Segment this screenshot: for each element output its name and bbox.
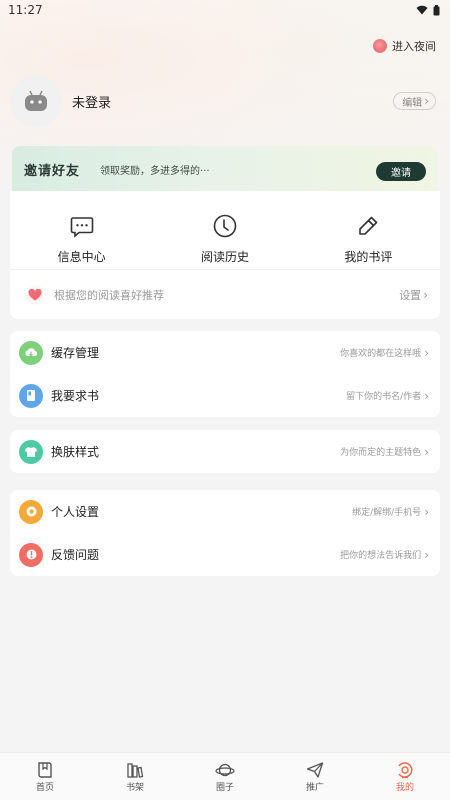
list-hint: 把你的想法告诉我们 › [340,548,429,562]
list-label: 换肤样式 [51,445,100,459]
chevron-right-icon: › [424,345,429,360]
shirt-icon [19,439,43,464]
quick-label: 阅读历史 [200,250,249,264]
recommend-action: 设置 [399,288,422,302]
list-label: 缓存管理 [51,346,100,360]
list-label: 反馈问题 [51,548,100,562]
night-mode-icon [373,39,387,53]
tab-promote[interactable]: 推广 [270,753,360,800]
settings-group-2: 换肤样式 为你而定的主题特色 › [10,430,440,473]
settings-group-1: 缓存管理 你喜欢的都在这样哦 › 我要求书 留下你的书名/作者 › [10,331,440,417]
robot-avatar-icon [25,90,47,111]
feedback-icon [19,542,43,567]
tab-label: 书架 [125,782,144,793]
edit-profile-button[interactable]: 编辑 › [393,92,436,110]
list-hint: 你喜欢的都在这样哦 › [340,346,429,360]
chevron-right-icon: › [424,94,429,108]
night-mode-toggle[interactable]: 进入夜间 [373,38,436,54]
list-item-feedback[interactable]: 反馈问题 把你的想法告诉我们 › [10,533,440,576]
profile-section: 未登录 编辑 › [10,74,436,128]
tab-label: 推广 [305,782,324,793]
book-icon [19,383,43,408]
pen-icon [359,216,378,235]
status-time: 11:27 [8,3,43,17]
bookshelf-icon [127,762,144,778]
chevron-right-icon: › [424,504,429,519]
hint-text: 留下你的书名/作者 [346,392,422,402]
list-item-book-request[interactable]: 我要求书 留下你的书名/作者 › [10,374,440,417]
banner-subtitle: 领取奖励，多进多得的··· [100,165,210,177]
bottom-tab-bar: 首页 书架 圈子 推广 我的 [0,752,450,800]
tab-mine[interactable]: 我的 [360,753,450,800]
status-icons [416,4,440,16]
quick-label: 我的书评 [344,250,393,264]
recommend-row[interactable]: 根据您的阅读喜好推荐 设置 › [10,269,440,319]
edit-label: 编辑 [402,97,423,109]
list-hint: 绑定/解绑/手机号 › [352,505,429,519]
wifi-icon [416,5,428,15]
home-book-icon [38,761,52,778]
profile-icon [398,761,413,778]
status-bar: 11:27 [0,0,450,20]
clock-icon [213,214,237,238]
list-label: 个人设置 [51,505,100,519]
hint-text: 把你的想法告诉我们 [340,551,422,561]
list-item-personal-settings[interactable]: 个人设置 绑定/解绑/手机号 › [10,490,440,533]
banner-title: 邀请好友 [24,163,81,179]
tab-label: 我的 [395,782,414,793]
list-hint: 为你而定的主题特色 › [340,445,429,459]
chevron-right-icon: › [423,287,428,302]
tab-circle[interactable]: 圈子 [180,753,270,800]
chevron-right-icon: › [424,547,429,562]
avatar[interactable] [10,75,62,127]
quick-item-message-center[interactable]: 信息中心 [10,191,153,267]
planet-icon [215,763,235,776]
hint-text: 为你而定的主题特色 [340,448,422,458]
settings-group-3: 个人设置 绑定/解绑/手机号 › 反馈问题 把你的想法告诉我们 › [10,490,440,576]
quick-label: 信息中心 [57,250,106,264]
list-hint: 留下你的书名/作者 › [346,389,429,403]
chevron-right-icon: › [424,444,429,459]
invite-banner[interactable]: 邀请好友 领取奖励，多进多得的··· 邀请 [12,146,438,192]
tab-home[interactable]: 首页 [0,753,90,800]
settings-icon [19,499,43,524]
cloud-download-icon [19,340,43,365]
list-label: 我要求书 [51,389,100,403]
recommend-label: 根据您的阅读喜好推荐 [54,288,164,302]
tab-bookshelf[interactable]: 书架 [90,753,180,800]
recommend-settings-link[interactable]: 设置 › [399,287,428,303]
hint-text: 你喜欢的都在这样哦 [340,349,422,359]
chevron-right-icon: › [424,388,429,403]
message-icon [70,217,93,238]
quick-item-my-reviews[interactable]: 我的书评 [297,191,440,267]
night-mode-label: 进入夜间 [392,40,436,53]
heart-icon [24,283,46,306]
quick-item-reading-history[interactable]: 阅读历史 [153,191,296,267]
tab-label: 首页 [35,782,54,793]
paper-plane-icon [306,761,324,778]
list-item-skin-style[interactable]: 换肤样式 为你而定的主题特色 › [10,430,440,473]
hint-text: 绑定/解绑/手机号 [352,508,422,518]
battery-icon [433,4,440,15]
invite-button[interactable]: 邀请 [376,162,426,181]
login-status[interactable]: 未登录 [72,92,393,111]
tab-label: 圈子 [215,782,234,793]
quick-actions-card: 信息中心 阅读历史 我的书评 根据您的阅读喜好推荐 设置 › [10,191,440,319]
list-item-cache-management[interactable]: 缓存管理 你喜欢的都在这样哦 › [10,331,440,374]
